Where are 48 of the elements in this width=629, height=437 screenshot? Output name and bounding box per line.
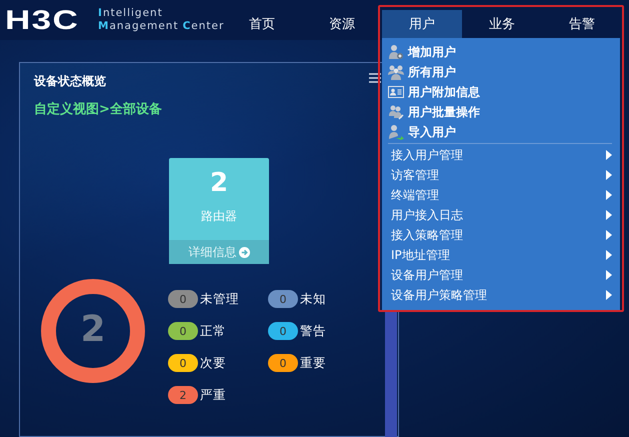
menu-icon[interactable] — [369, 73, 381, 83]
menu-item[interactable]: 导入用户 — [382, 122, 620, 142]
status-label: 严重 — [200, 386, 226, 404]
status-label: 未知 — [300, 290, 326, 308]
submenu-item[interactable]: 设备用户策略管理 — [382, 285, 620, 305]
status-count: 0 — [268, 322, 298, 340]
total-count: 2 — [80, 310, 106, 350]
submenu-item[interactable]: 访客管理 — [382, 165, 620, 185]
nav-tab[interactable]: 首页 — [222, 10, 302, 38]
menu-item[interactable]: 所有用户 — [382, 62, 620, 82]
breadcrumb-link[interactable]: 自定义视图>全部设备 — [34, 100, 162, 118]
submenu-item[interactable]: 用户接入日志 — [382, 205, 620, 225]
device-type: 路由器 — [201, 208, 237, 225]
product-name: Center — [182, 20, 224, 33]
menu-item[interactable]: 用户附加信息 — [382, 82, 620, 102]
menu-item[interactable]: 用户批量操作 — [382, 102, 620, 122]
submenu-item[interactable]: 接入用户管理 — [382, 145, 620, 165]
user-arrow-icon — [388, 124, 404, 140]
status-count: 2 — [168, 386, 198, 404]
logo-text: H3C — [5, 4, 80, 36]
arrow-circle-icon — [238, 246, 250, 258]
nav-tab[interactable]: 告警 — [542, 10, 622, 38]
status-count: 0 — [168, 322, 198, 340]
status-count: 0 — [168, 354, 198, 372]
product-name: Intelligent — [98, 7, 164, 20]
id-card-icon — [388, 84, 404, 100]
menu-item[interactable]: 增加用户 — [382, 42, 620, 62]
device-count: 2 — [210, 167, 228, 200]
status-label: 警告 — [300, 322, 326, 340]
users-group-icon — [388, 64, 404, 80]
submenu-item[interactable]: 终端管理 — [382, 185, 620, 205]
status-label: 次要 — [200, 354, 226, 372]
add-user-icon — [388, 44, 404, 60]
nav-tab[interactable]: 资源 — [302, 10, 382, 38]
status-label: 未管理 — [200, 290, 239, 308]
product-name: Management — [98, 20, 179, 33]
users-edit-icon — [388, 104, 404, 120]
status-label: 正常 — [200, 322, 226, 340]
submenu-item[interactable]: IP地址管理 — [382, 245, 620, 265]
panel-title: 设备状态概览 — [34, 73, 106, 90]
status-count: 0 — [268, 290, 298, 308]
submenu-item[interactable]: 接入策略管理 — [382, 225, 620, 245]
status-label: 重要 — [300, 354, 326, 372]
submenu-item[interactable]: 设备用户管理 — [382, 265, 620, 285]
status-count: 0 — [168, 290, 198, 308]
nav-tab[interactable]: 业务 — [462, 10, 542, 38]
nav-tab[interactable]: 用户 — [382, 10, 462, 38]
status-count: 0 — [268, 354, 298, 372]
